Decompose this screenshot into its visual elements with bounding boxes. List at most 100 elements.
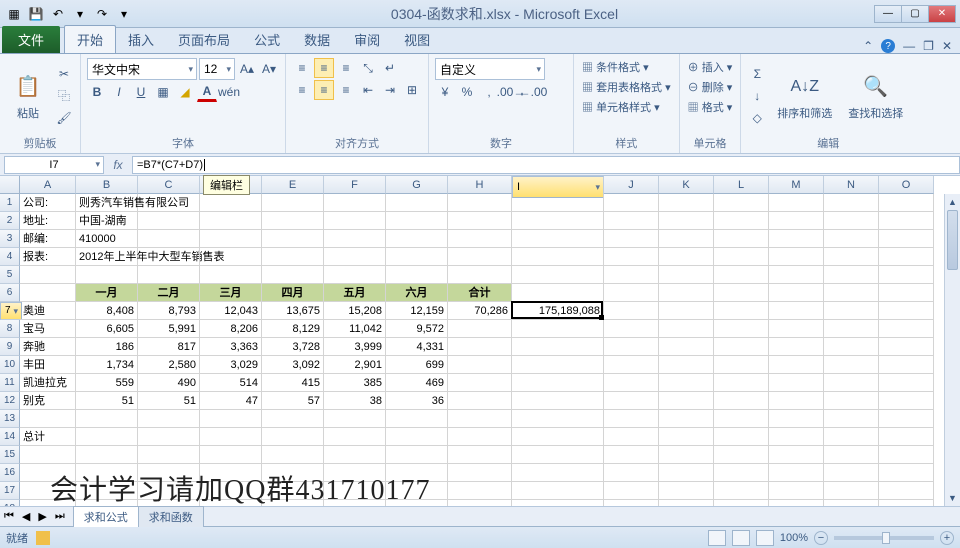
cell[interactable] bbox=[824, 428, 879, 446]
cell[interactable] bbox=[138, 212, 200, 230]
tab-view[interactable]: 视图 bbox=[392, 26, 442, 53]
cell[interactable] bbox=[769, 248, 824, 266]
format-painter-button[interactable]: 🖌 bbox=[54, 108, 74, 128]
cell[interactable] bbox=[448, 248, 512, 266]
col-header-M[interactable]: M bbox=[769, 176, 824, 194]
cell[interactable]: 3,092 bbox=[262, 356, 324, 374]
cell[interactable]: 699 bbox=[386, 356, 448, 374]
cell[interactable] bbox=[604, 302, 659, 320]
cell[interactable]: 3,363 bbox=[200, 338, 262, 356]
cut-button[interactable]: ✂ bbox=[54, 64, 74, 84]
percent-button[interactable]: % bbox=[457, 82, 477, 102]
cell[interactable] bbox=[714, 230, 769, 248]
cell[interactable] bbox=[659, 410, 714, 428]
cell[interactable] bbox=[659, 284, 714, 302]
tab-home[interactable]: 开始 bbox=[64, 25, 116, 53]
cell[interactable]: 8,206 bbox=[200, 320, 262, 338]
cell[interactable] bbox=[659, 230, 714, 248]
undo-button[interactable]: ↶ bbox=[48, 4, 68, 24]
cell[interactable] bbox=[512, 248, 604, 266]
col-header-B[interactable]: B bbox=[76, 176, 138, 194]
cell[interactable]: 合计 bbox=[448, 284, 512, 302]
cell[interactable]: 385 bbox=[324, 374, 386, 392]
cell[interactable] bbox=[448, 194, 512, 212]
cell[interactable]: 12,159 bbox=[386, 302, 448, 320]
col-header-O[interactable]: O bbox=[879, 176, 934, 194]
cell[interactable]: 3,029 bbox=[200, 356, 262, 374]
cell[interactable] bbox=[262, 248, 324, 266]
cell[interactable] bbox=[879, 230, 934, 248]
cell[interactable] bbox=[769, 446, 824, 464]
cell[interactable] bbox=[659, 464, 714, 482]
row-header-15[interactable]: 15 bbox=[0, 446, 20, 464]
cell[interactable] bbox=[200, 446, 262, 464]
cell[interactable]: 13,675 bbox=[262, 302, 324, 320]
cell[interactable] bbox=[824, 338, 879, 356]
paste-button[interactable]: 📋 粘贴 bbox=[6, 69, 50, 123]
cell[interactable] bbox=[512, 500, 604, 506]
cell[interactable] bbox=[714, 410, 769, 428]
cell[interactable] bbox=[769, 428, 824, 446]
row-header-10[interactable]: 10 bbox=[0, 356, 20, 374]
col-header-J[interactable]: J bbox=[604, 176, 659, 194]
cell[interactable] bbox=[138, 248, 200, 266]
cell[interactable] bbox=[714, 500, 769, 506]
cell[interactable] bbox=[879, 374, 934, 392]
cell[interactable]: 4,331 bbox=[386, 338, 448, 356]
cell[interactable] bbox=[659, 212, 714, 230]
cell[interactable] bbox=[386, 428, 448, 446]
col-header-K[interactable]: K bbox=[659, 176, 714, 194]
cell[interactable] bbox=[879, 428, 934, 446]
cell[interactable] bbox=[76, 428, 138, 446]
autosum-button[interactable]: Σ bbox=[747, 64, 767, 84]
row-header-13[interactable]: 13 bbox=[0, 410, 20, 428]
cell[interactable] bbox=[138, 410, 200, 428]
cell[interactable] bbox=[448, 230, 512, 248]
zoom-slider[interactable] bbox=[834, 536, 934, 540]
cell[interactable] bbox=[769, 230, 824, 248]
cell[interactable]: 70,286 bbox=[448, 302, 512, 320]
cell[interactable] bbox=[659, 194, 714, 212]
sheet-nav-next[interactable]: ▶ bbox=[34, 510, 50, 523]
row-header-2[interactable]: 2 bbox=[0, 212, 20, 230]
col-header-E[interactable]: E bbox=[262, 176, 324, 194]
cell[interactable] bbox=[604, 194, 659, 212]
row-header-5[interactable]: 5 bbox=[0, 266, 20, 284]
cell[interactable] bbox=[76, 266, 138, 284]
sheet-nav-last[interactable]: ⏭ bbox=[51, 510, 69, 523]
undo-dd[interactable]: ▾ bbox=[70, 4, 90, 24]
row-header-8[interactable]: 8 bbox=[0, 320, 20, 338]
cell[interactable] bbox=[714, 284, 769, 302]
col-header-F[interactable]: F bbox=[324, 176, 386, 194]
cell[interactable] bbox=[448, 338, 512, 356]
cell[interactable] bbox=[714, 356, 769, 374]
cell[interactable]: 邮编: bbox=[20, 230, 76, 248]
cell[interactable] bbox=[604, 230, 659, 248]
cell[interactable] bbox=[604, 212, 659, 230]
doc-close-icon[interactable]: ✕ bbox=[942, 39, 952, 53]
cell[interactable]: 38 bbox=[324, 392, 386, 410]
sheet-tab-1[interactable]: 求和公式 bbox=[73, 506, 139, 527]
col-header-H[interactable]: H bbox=[448, 176, 512, 194]
cell[interactable]: 469 bbox=[386, 374, 448, 392]
border-button[interactable]: ▦ bbox=[153, 82, 173, 102]
cell[interactable] bbox=[512, 482, 604, 500]
cell[interactable] bbox=[448, 446, 512, 464]
cell[interactable] bbox=[714, 392, 769, 410]
align-center-button[interactable]: ≡ bbox=[314, 80, 334, 100]
cell[interactable] bbox=[200, 194, 262, 212]
cell[interactable]: 11,042 bbox=[324, 320, 386, 338]
cell[interactable] bbox=[512, 266, 604, 284]
cell[interactable] bbox=[262, 266, 324, 284]
cell[interactable] bbox=[262, 446, 324, 464]
font-size-select[interactable]: 12 bbox=[199, 58, 235, 80]
cell[interactable] bbox=[512, 194, 604, 212]
cell[interactable] bbox=[324, 446, 386, 464]
cell[interactable]: 186 bbox=[76, 338, 138, 356]
select-all-corner[interactable] bbox=[0, 176, 20, 194]
cell[interactable] bbox=[262, 194, 324, 212]
cell[interactable] bbox=[714, 446, 769, 464]
cell[interactable] bbox=[769, 464, 824, 482]
cell[interactable] bbox=[879, 392, 934, 410]
cell[interactable] bbox=[448, 212, 512, 230]
